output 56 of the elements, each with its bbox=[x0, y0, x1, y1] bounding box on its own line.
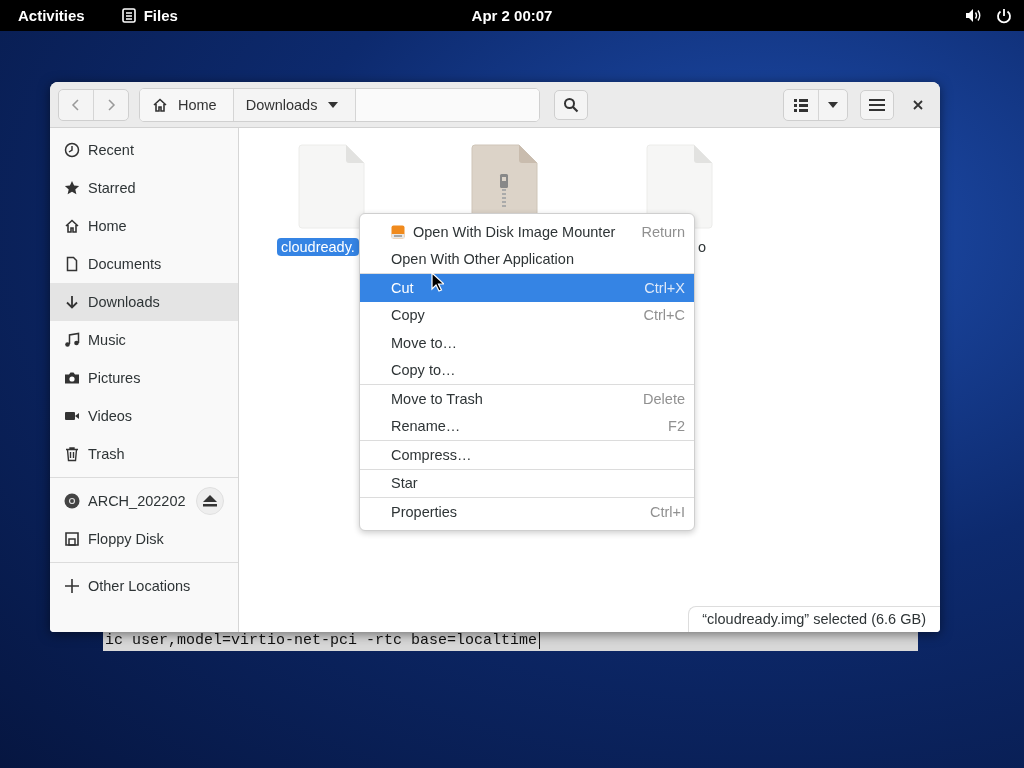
menu-item[interactable]: Compress… bbox=[360, 441, 694, 469]
sidebar-item[interactable]: Pictures bbox=[50, 359, 238, 397]
menu-button[interactable] bbox=[860, 89, 894, 120]
sidebar-item[interactable]: Starred bbox=[50, 169, 238, 207]
disc-icon bbox=[64, 493, 80, 509]
sidebar-item[interactable]: Floppy Disk bbox=[50, 520, 238, 558]
file-name: o bbox=[697, 238, 708, 256]
caret-icon bbox=[327, 100, 340, 109]
files-cabinet-icon bbox=[121, 8, 136, 23]
cursor-icon bbox=[431, 272, 444, 292]
home-icon bbox=[64, 218, 80, 234]
sidebar-item[interactable]: Music bbox=[50, 321, 238, 359]
path-button[interactable]: Home bbox=[140, 88, 234, 121]
caret-icon bbox=[827, 100, 839, 109]
home-icon bbox=[152, 96, 168, 113]
menu-item[interactable]: Rename… F2 bbox=[360, 412, 694, 440]
app-menu[interactable]: Files bbox=[121, 7, 178, 24]
sidebar-item[interactable]: Home bbox=[50, 207, 238, 245]
eject-button[interactable] bbox=[196, 487, 224, 515]
clock-icon bbox=[64, 142, 80, 158]
sidebar-item[interactable]: ARCH_202202 bbox=[50, 482, 238, 520]
menu-icon bbox=[869, 97, 885, 112]
trash-icon bbox=[64, 446, 80, 462]
menu-item[interactable]: Copy to… bbox=[360, 356, 694, 384]
menu-item[interactable]: Open With Disk Image Mounter Return bbox=[360, 218, 694, 246]
sidebar-item[interactable]: Documents bbox=[50, 245, 238, 283]
sidebar-item[interactable]: Other Locations bbox=[50, 567, 238, 605]
sidebar-item[interactable]: Downloads bbox=[50, 283, 238, 321]
status-text: “cloudready.img” selected (6.6 GB) bbox=[688, 606, 940, 632]
menu-item[interactable]: Move to… bbox=[360, 329, 694, 357]
activities-button[interactable]: Activities bbox=[18, 7, 85, 24]
list-icon bbox=[793, 96, 809, 113]
menu-item[interactable]: Cut Ctrl+X bbox=[360, 274, 694, 302]
menu-item[interactable]: Properties Ctrl+I bbox=[360, 498, 694, 526]
menu-item[interactable]: Star bbox=[360, 469, 694, 497]
volume-icon[interactable] bbox=[965, 8, 982, 23]
music-note-icon bbox=[64, 332, 80, 348]
star-icon bbox=[64, 180, 80, 196]
menu-item[interactable]: Open With Other Application bbox=[360, 245, 694, 273]
clock[interactable]: Apr 2 00:07 bbox=[471, 7, 553, 24]
document-icon bbox=[64, 256, 80, 272]
sidebar-item[interactable]: Videos bbox=[50, 397, 238, 435]
sidebar-item[interactable]: Trash bbox=[50, 435, 238, 473]
sidebar-item[interactable]: Recent bbox=[50, 131, 238, 169]
plus-icon bbox=[64, 578, 80, 594]
close-icon bbox=[913, 99, 923, 110]
eject-icon bbox=[202, 494, 218, 508]
search-icon bbox=[563, 96, 580, 113]
path-bar[interactable]: Home Downloads bbox=[139, 87, 541, 122]
menu-item[interactable]: Move to Trash Delete bbox=[360, 385, 694, 413]
search-button[interactable] bbox=[554, 89, 589, 120]
power-icon[interactable] bbox=[996, 7, 1012, 24]
file-name: cloudready. bbox=[277, 238, 359, 256]
camera-icon bbox=[64, 370, 80, 386]
download-icon bbox=[64, 294, 80, 310]
menu-item[interactable]: Copy Ctrl+C bbox=[360, 301, 694, 329]
